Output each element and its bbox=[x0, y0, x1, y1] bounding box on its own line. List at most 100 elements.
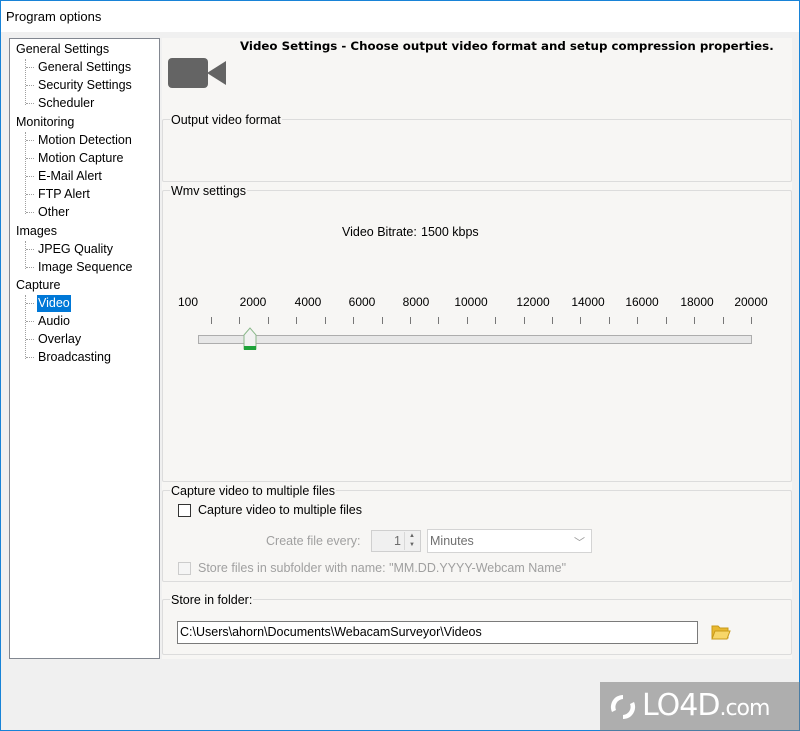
slider-tick bbox=[665, 317, 667, 324]
tree-connector bbox=[26, 85, 34, 86]
tree-item-motion-capture[interactable]: Motion Capture bbox=[37, 150, 124, 167]
tree-item-ftp-alert[interactable]: FTP Alert bbox=[37, 186, 91, 203]
create-file-every-label: Create file every: bbox=[266, 534, 361, 548]
tree-item-audio[interactable]: Audio bbox=[37, 313, 71, 330]
slider-tick-label: 2000 bbox=[239, 295, 267, 309]
create-file-every-spinner[interactable]: 1 ▲ ▼ bbox=[371, 530, 421, 552]
store-folder-path-input[interactable]: C:\Users\ahorn\Documents\WebacamSurveyor… bbox=[177, 621, 698, 644]
slider-tick bbox=[324, 317, 326, 324]
tree-item-overlay[interactable]: Overlay bbox=[37, 331, 82, 348]
tree-connector bbox=[26, 67, 34, 68]
tree-group-images[interactable]: Images bbox=[16, 223, 57, 240]
slider-tick-label: 14000 bbox=[571, 295, 605, 309]
tree-item-jpeg-quality[interactable]: JPEG Quality bbox=[37, 241, 114, 258]
store-folder-label: Store in folder: bbox=[170, 593, 254, 607]
slider-tick-label: 8000 bbox=[402, 295, 430, 309]
tree-connector bbox=[26, 176, 34, 177]
tree-connector bbox=[26, 267, 34, 268]
bitrate-slider-track[interactable] bbox=[198, 335, 752, 344]
tree-item-image-sequence[interactable]: Image Sequence bbox=[37, 259, 134, 276]
wmv-settings-label: Wmv settings bbox=[170, 184, 248, 198]
slider-tick-label: 10000 bbox=[454, 295, 488, 309]
create-file-every-value: 1 bbox=[394, 534, 401, 548]
slider-tick-label: 12000 bbox=[516, 295, 550, 309]
tree-item-scheduler[interactable]: Scheduler bbox=[37, 95, 95, 112]
slider-tick bbox=[239, 317, 241, 324]
slider-tick bbox=[552, 317, 554, 324]
panel-header: Video Settings - Choose output video for… bbox=[240, 39, 774, 53]
tree-group-general-settings[interactable]: General Settings bbox=[16, 41, 109, 58]
slider-tick bbox=[466, 317, 468, 324]
slider-tick bbox=[381, 317, 383, 324]
tree-connector bbox=[26, 321, 34, 322]
slider-tick-label: 18000 bbox=[680, 295, 714, 309]
window-title: Program options bbox=[6, 9, 102, 24]
output-format-label: Output video format bbox=[170, 113, 282, 127]
tree-connector bbox=[26, 303, 34, 304]
tree-connector bbox=[26, 212, 34, 213]
tree-item-email-alert[interactable]: E-Mail Alert bbox=[37, 168, 103, 185]
tree-connector bbox=[26, 103, 34, 104]
time-unit-dropdown[interactable]: Minutes ﹀ bbox=[427, 529, 592, 553]
capture-multiple-files-checkbox-label[interactable]: Capture video to multiple files bbox=[198, 503, 362, 517]
tree-connector bbox=[26, 357, 34, 358]
watermark-brand: LO4D bbox=[642, 688, 720, 723]
slider-tick bbox=[694, 317, 696, 324]
time-unit-selected: Minutes bbox=[430, 534, 474, 548]
title-bar: Program options bbox=[1, 1, 799, 32]
chevron-down-icon: ﹀ bbox=[574, 537, 585, 549]
watermark-text: LO4D.com bbox=[642, 688, 770, 723]
slider-tick bbox=[438, 317, 440, 324]
slider-tick-label: 100 bbox=[177, 295, 199, 309]
output-format-group: Output video format bbox=[162, 113, 792, 182]
slider-tick-label: 20000 bbox=[734, 295, 768, 309]
lo4d-watermark: LO4D.com bbox=[600, 682, 800, 731]
tree-item-motion-detection[interactable]: Motion Detection bbox=[37, 132, 133, 149]
tree-connector bbox=[26, 140, 34, 141]
spin-down-icon[interactable]: ▼ bbox=[405, 541, 419, 550]
spinner-arrows[interactable]: ▲ ▼ bbox=[404, 532, 419, 550]
tree-item-security-settings[interactable]: Security Settings bbox=[37, 77, 133, 94]
subfolder-checkbox[interactable] bbox=[178, 562, 191, 575]
slider-tick bbox=[608, 317, 610, 324]
tree-connector bbox=[25, 241, 26, 269]
tree-connector bbox=[26, 158, 34, 159]
tree-item-broadcasting[interactable]: Broadcasting bbox=[37, 349, 112, 366]
slider-tick bbox=[353, 317, 355, 324]
slider-tick bbox=[523, 317, 525, 324]
capture-multiple-files-checkbox[interactable] bbox=[178, 504, 191, 517]
tree-item-video[interactable]: Video bbox=[37, 295, 71, 312]
slider-tick bbox=[296, 317, 298, 324]
folder-open-icon[interactable] bbox=[711, 623, 731, 641]
tree-connector bbox=[25, 295, 26, 359]
options-tree[interactable]: General Settings General Settings Securi… bbox=[9, 38, 160, 659]
lo4d-logo-icon bbox=[610, 694, 636, 720]
tree-item-general-settings[interactable]: General Settings bbox=[37, 59, 132, 76]
slider-tick bbox=[722, 317, 724, 324]
slider-tick bbox=[267, 317, 269, 324]
slider-tick bbox=[495, 317, 497, 324]
slider-tick bbox=[580, 317, 582, 324]
tree-connector bbox=[26, 339, 34, 340]
tree-item-other[interactable]: Other bbox=[37, 204, 70, 221]
tree-group-capture[interactable]: Capture bbox=[16, 277, 60, 294]
tree-group-monitoring[interactable]: Monitoring bbox=[16, 114, 74, 131]
tree-connector bbox=[25, 132, 26, 214]
subfolder-checkbox-label[interactable]: Store files in subfolder with name: "MM.… bbox=[198, 561, 566, 575]
bitrate-value: 1500 kbps bbox=[421, 225, 479, 239]
spin-up-icon[interactable]: ▲ bbox=[405, 532, 419, 541]
slider-tick bbox=[409, 317, 411, 324]
multiple-files-label: Capture video to multiple files bbox=[170, 484, 336, 498]
slider-tick bbox=[751, 317, 752, 324]
video-camera-icon bbox=[168, 58, 226, 88]
program-options-window: Program options General Settings General… bbox=[0, 0, 800, 731]
slider-tick-label: 4000 bbox=[294, 295, 322, 309]
slider-tick-label: 16000 bbox=[625, 295, 659, 309]
bitrate-slider-thumb[interactable] bbox=[243, 327, 257, 351]
slider-tick bbox=[211, 317, 212, 324]
slider-tick-label: 6000 bbox=[348, 295, 376, 309]
tree-connector bbox=[25, 59, 26, 105]
bitrate-label: Video Bitrate: bbox=[342, 225, 417, 239]
slider-tick bbox=[637, 317, 639, 324]
watermark-suffix: .com bbox=[719, 696, 770, 721]
